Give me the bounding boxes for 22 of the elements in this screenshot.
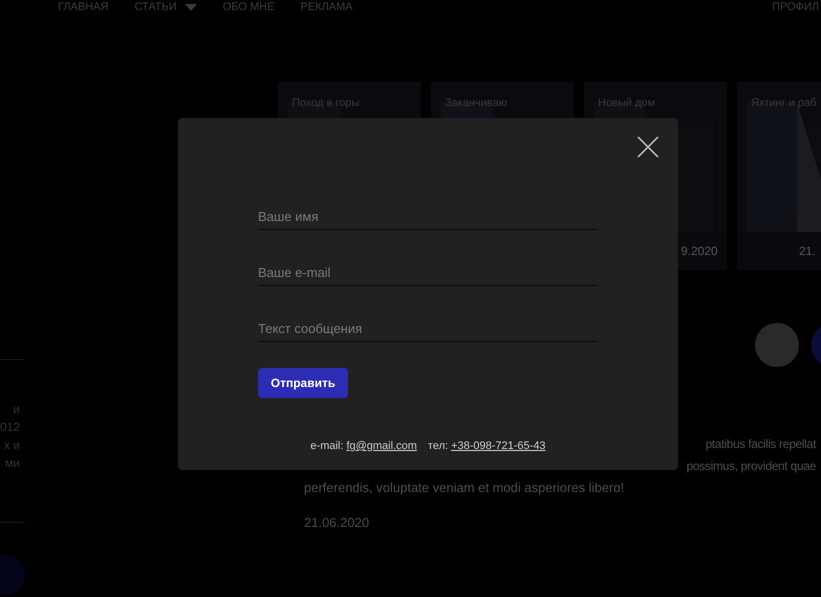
nav-link[interactable]: ОБО МНЕ — [222, 0, 274, 14]
article-text: possimus, provident quae — [686, 458, 816, 475]
profile-link[interactable]: ПРОФИЛ — [772, 0, 819, 14]
nav-link[interactable]: ГЛАВНАЯ — [58, 0, 108, 14]
close-icon[interactable] — [637, 136, 659, 158]
nav-link[interactable]: СТАТЬИ — [134, 0, 197, 14]
article-text: ptatibus facilis repellat — [705, 436, 816, 453]
nav-link[interactable]: РЕКЛАМА — [300, 0, 353, 14]
card-date: 9.2020 — [681, 244, 718, 258]
article-text: perferendis, voluptate veniam et modi asperiores libero! — [304, 479, 624, 497]
article-date: 21.06.2020 — [304, 515, 370, 530]
email-link[interactable]: fg@gmail.com — [346, 440, 417, 452]
card-date: 21. — [799, 244, 816, 258]
phone-label: тел: — [428, 440, 448, 452]
submit-button[interactable]: Отправить — [258, 368, 348, 398]
input-field[interactable]: Ваше e-mail — [258, 259, 598, 286]
caret-icon — [184, 4, 197, 10]
input-field[interactable]: Ваше имя — [258, 203, 598, 230]
phone-link[interactable]: +38-098-721-65-43 — [451, 440, 546, 452]
email-label: e-mail: — [310, 440, 344, 452]
input-field[interactable]: Текст сообщения — [258, 315, 598, 342]
prev-button[interactable] — [755, 323, 799, 367]
